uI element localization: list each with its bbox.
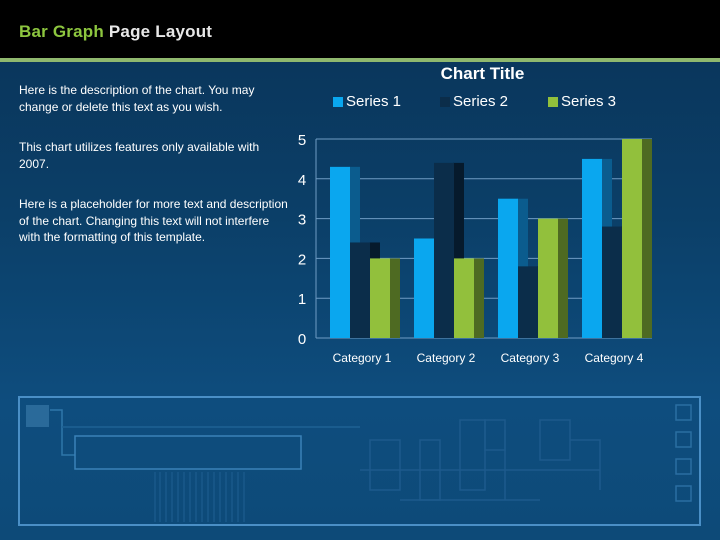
bar-series-1-category-3 — [498, 198, 518, 338]
deco-chip — [26, 405, 49, 427]
bar-side-series-3 — [473, 258, 484, 338]
x-tick-label: Category 1 — [333, 351, 392, 365]
bar-series-2-category-1 — [350, 242, 370, 338]
bar-series-3-category-3 — [538, 218, 558, 338]
bar-side-series-3 — [389, 258, 400, 338]
y-tick-label: 2 — [298, 251, 306, 268]
y-tick-label: 4 — [298, 172, 306, 189]
bar-series-3-category-1 — [370, 258, 390, 338]
x-tick-label: Category 3 — [501, 351, 560, 365]
bar-series-2-category-3 — [518, 266, 538, 338]
bar-side-series-3 — [557, 218, 568, 338]
x-tick-label: Category 2 — [417, 351, 476, 365]
deco-trace — [50, 409, 75, 456]
bar-series-3-category-2 — [454, 258, 474, 338]
circuit-decoration — [18, 396, 701, 526]
deco-pads — [675, 404, 692, 502]
deco-box — [74, 435, 302, 470]
bar-series-2-category-2 — [434, 162, 454, 338]
y-tick-label: 1 — [298, 291, 306, 308]
bar-series-1-category-2 — [414, 238, 434, 338]
deco-frame — [18, 396, 701, 526]
deco-circuit — [360, 419, 601, 501]
x-tick-label: Category 4 — [585, 351, 644, 365]
bar-series-1-category-4 — [582, 158, 602, 338]
bar-series-3-category-4 — [622, 139, 642, 338]
y-tick-label: 3 — [298, 212, 306, 229]
bar-chart: 0 1 2 3 4 5 Category 1 Category 2 Category 3 Cate… — [298, 132, 652, 365]
deco-lines — [154, 472, 245, 522]
bars — [330, 139, 652, 338]
bar-side-series-3 — [641, 139, 652, 338]
bar-series-1-category-1 — [330, 166, 350, 338]
y-tick-label: 5 — [298, 132, 306, 149]
bar-series-2-category-4 — [602, 226, 622, 338]
y-tick-label: 0 — [298, 331, 306, 348]
